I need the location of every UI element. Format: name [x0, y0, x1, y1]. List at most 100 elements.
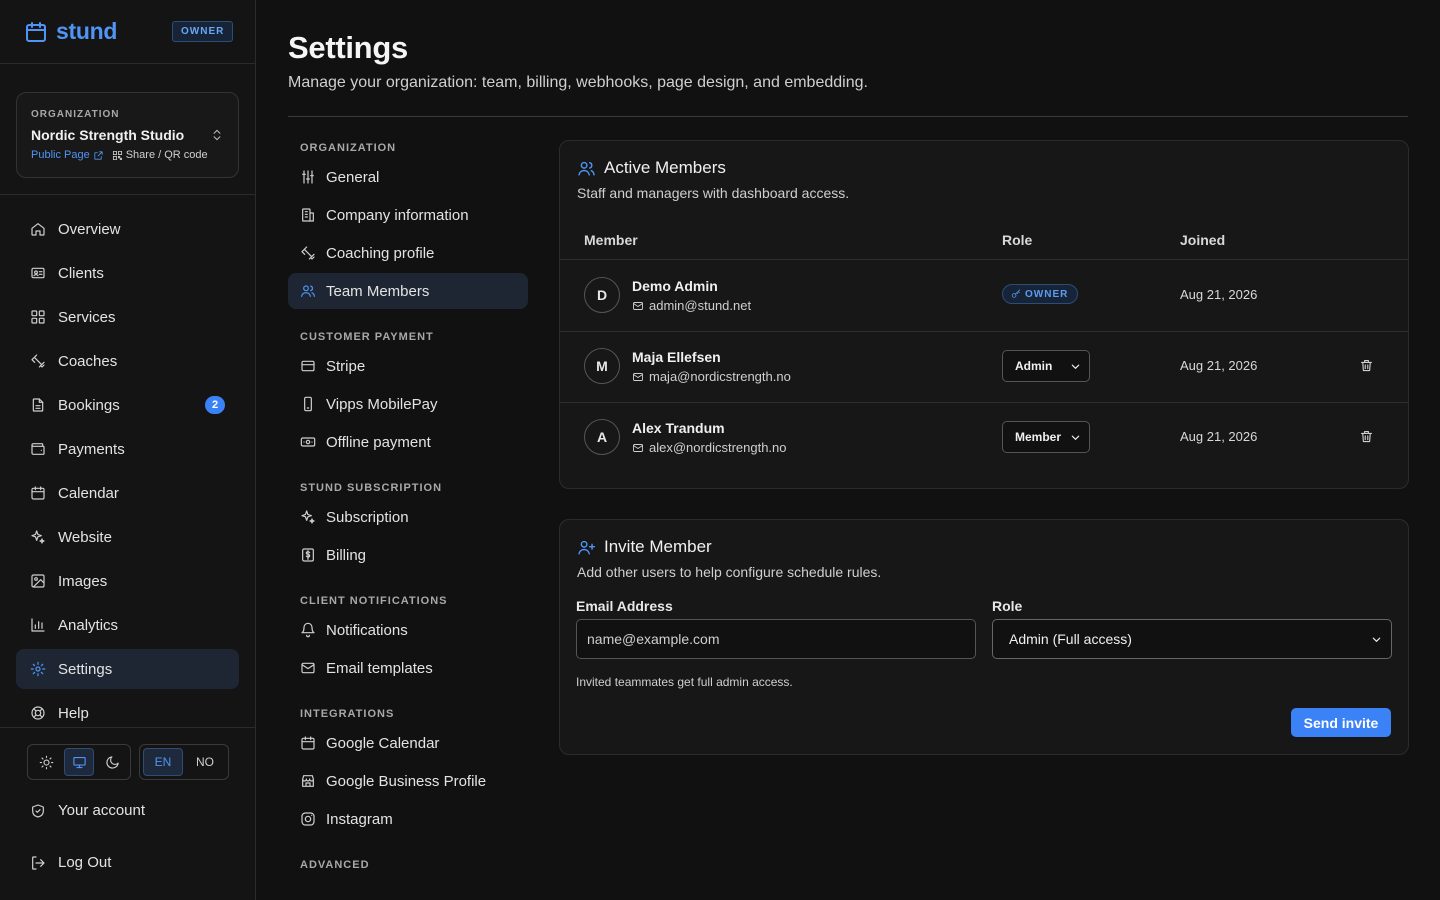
nav-item-label: Coaches: [58, 352, 118, 370]
remove-member-button[interactable]: [1359, 429, 1374, 444]
nav-item-overview[interactable]: Overview: [16, 209, 239, 249]
nav-item-coaches[interactable]: Coaches: [16, 341, 239, 381]
theme-system-button[interactable]: [64, 748, 94, 776]
remove-member-button[interactable]: [1359, 358, 1374, 373]
settings-tab-label: Google Calendar: [326, 734, 440, 752]
chevron-down-icon: [1372, 637, 1381, 642]
nav-item-calendar[interactable]: Calendar: [16, 473, 239, 513]
page-title: Settings: [288, 30, 408, 65]
language-en-button[interactable]: EN: [143, 748, 183, 776]
nav-item-clients[interactable]: Clients: [16, 253, 239, 293]
member-role-value: Member: [1015, 430, 1062, 444]
member-email-text: alex@nordicstrength.no: [649, 440, 787, 455]
settings-tab-stripe[interactable]: Stripe: [288, 348, 528, 384]
settings-tab-label: Vipps MobilePay: [326, 395, 438, 413]
column-header-member: Member: [584, 232, 638, 248]
settings-tab-label: Email templates: [326, 659, 433, 677]
org-label: ORGANIZATION: [31, 109, 120, 120]
wallet-icon: [30, 441, 46, 457]
nav-item-payments[interactable]: Payments: [16, 429, 239, 469]
invite-member-title-text: Invite Member: [604, 537, 712, 556]
credit-card-icon: [300, 358, 316, 374]
dumbbell-icon: [30, 353, 46, 369]
member-role-select[interactable]: Member: [1002, 421, 1090, 453]
nav-item-settings[interactable]: Settings: [16, 649, 239, 689]
user-plus-icon: [577, 538, 596, 557]
settings-tab-label: Coaching profile: [326, 244, 435, 262]
send-invite-button[interactable]: Send invite: [1291, 708, 1391, 737]
monitor-icon: [72, 756, 86, 768]
settings-tab-google-calendar[interactable]: Google Calendar: [288, 725, 528, 761]
settings-tab-team-members[interactable]: Team Members: [288, 273, 528, 309]
settings-section-organization: ORGANIZATION: [300, 142, 397, 154]
settings-tab-vipps-mobilepay[interactable]: Vipps MobilePay: [288, 386, 528, 422]
share-qr-link[interactable]: Share / QR code: [112, 149, 208, 161]
users-icon: [577, 159, 596, 178]
settings-tab-label: Notifications: [326, 621, 408, 639]
settings-tab-billing[interactable]: Billing: [288, 537, 528, 573]
member-role-select[interactable]: Admin: [1002, 350, 1090, 382]
nav-item-label: Payments: [58, 440, 125, 458]
trash-icon: [1360, 359, 1373, 372]
brand-logo[interactable]: stund: [24, 18, 117, 45]
settings-section-advanced: ADVANCED: [300, 859, 370, 871]
theme-dark-button[interactable]: [97, 748, 127, 776]
chevron-down-icon: [1071, 435, 1080, 440]
table-row: A Alex Trandum alex@nordicstrength.no Me…: [560, 402, 1408, 473]
invite-member-desc: Add other users to help configure schedu…: [577, 564, 882, 580]
nav-item-services[interactable]: Services: [16, 297, 239, 337]
sparkles-icon: [300, 509, 316, 525]
mail-icon: [633, 301, 643, 310]
member-joined-date: Aug 21, 2026: [1180, 429, 1258, 444]
key-icon: [1011, 289, 1021, 298]
page-subtitle: Manage your organization: team, billing,…: [288, 74, 868, 91]
invite-role-select[interactable]: Admin (Full access): [992, 619, 1392, 659]
nav-item-website[interactable]: Website: [16, 517, 239, 557]
settings-tab-label: Company information: [326, 206, 469, 224]
role-field-label: Role: [992, 598, 1023, 614]
lifebuoy-icon: [30, 705, 46, 721]
active-members-title-text: Active Members: [604, 158, 726, 177]
nav-item-images[interactable]: Images: [16, 561, 239, 601]
nav-item-bookings[interactable]: Bookings 2: [16, 385, 239, 425]
logout-button[interactable]: Log Out: [30, 854, 111, 871]
main-nav: Overview Clients Services Coaches Bookin…: [16, 209, 239, 737]
member-email: admin@stund.net: [632, 298, 751, 313]
settings-tab-label: Offline payment: [326, 433, 431, 451]
settings-tab-email-templates[interactable]: Email templates: [288, 650, 528, 686]
your-account-link[interactable]: Your account: [30, 802, 145, 819]
member-name: Demo Admin: [632, 278, 718, 294]
invite-member-card: Invite Member Add other users to help co…: [559, 519, 1409, 755]
theme-light-button[interactable]: [31, 748, 61, 776]
avatar: D: [584, 277, 620, 313]
member-name: Maja Ellefsen: [632, 349, 721, 365]
settings-tab-instagram[interactable]: Instagram: [288, 801, 528, 837]
settings-tab-google-business-profile[interactable]: Google Business Profile: [288, 763, 528, 799]
settings-tab-coaching-profile[interactable]: Coaching profile: [288, 235, 528, 271]
settings-tab-label: Subscription: [326, 508, 409, 526]
chevron-up-down-icon: [210, 128, 224, 142]
id-card-icon: [30, 265, 46, 281]
public-page-link[interactable]: Public Page: [31, 149, 104, 161]
settings-tab-general[interactable]: General: [288, 159, 528, 195]
language-switcher: EN NO: [139, 744, 229, 780]
settings-tab-company-information[interactable]: Company information: [288, 197, 528, 233]
settings-section-client-notifications: CLIENT NOTIFICATIONS: [300, 595, 448, 607]
settings-tab-subscription[interactable]: Subscription: [288, 499, 528, 535]
mail-icon: [633, 372, 643, 381]
settings-tab-offline-payment[interactable]: Offline payment: [288, 424, 528, 460]
member-email: alex@nordicstrength.no: [632, 440, 787, 455]
email-field[interactable]: [576, 619, 976, 659]
instagram-icon: [300, 811, 316, 827]
email-field-label: Email Address: [576, 598, 673, 614]
language-no-button[interactable]: NO: [185, 748, 225, 776]
public-page-label: Public Page: [31, 149, 90, 161]
member-email: maja@nordicstrength.no: [632, 369, 791, 384]
nav-item-label: Analytics: [58, 616, 119, 634]
calendar-icon: [30, 485, 46, 501]
nav-item-analytics[interactable]: Analytics: [16, 605, 239, 645]
organization-switcher[interactable]: ORGANIZATION Nordic Strength Studio Publ…: [16, 92, 239, 178]
settings-tab-notifications[interactable]: Notifications: [288, 612, 528, 648]
member-name: Alex Trandum: [632, 420, 725, 436]
invite-role-value: Admin (Full access): [1009, 631, 1132, 647]
